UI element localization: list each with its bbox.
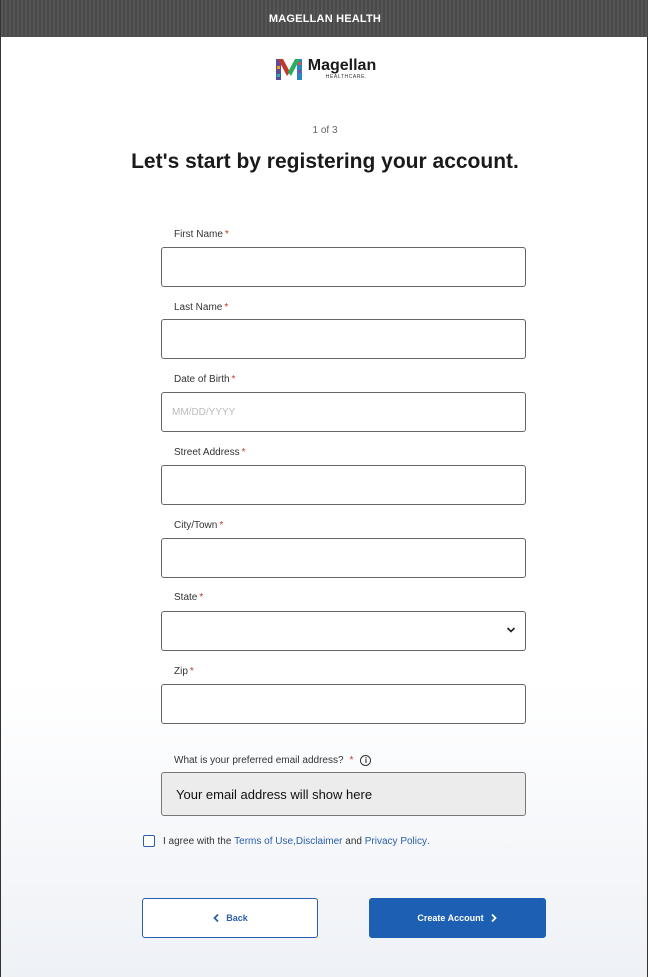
chevron-right-icon xyxy=(490,913,497,923)
email-display: Your email address will show here xyxy=(161,772,526,816)
required-mark: * xyxy=(199,592,204,603)
dob-input[interactable] xyxy=(161,392,526,432)
required-mark: * xyxy=(219,520,224,531)
agree-suffix: . xyxy=(427,835,430,847)
page-title: Let's start by registering your account. xyxy=(131,150,519,173)
agree-and: and xyxy=(342,835,365,847)
required-mark: * xyxy=(231,374,236,385)
required-mark: * xyxy=(224,302,229,313)
terms-link[interactable]: Terms of Use xyxy=(234,836,293,847)
state-select-wrap[interactable] xyxy=(161,611,526,651)
last-name-input[interactable] xyxy=(161,319,526,359)
email-label-text: What is your preferred email address? xyxy=(174,755,344,766)
street-address-label-text: Street Address xyxy=(174,447,240,458)
required-mark: * xyxy=(189,666,194,677)
state-label: State * xyxy=(174,592,203,603)
header-title: MAGELLAN HEALTH xyxy=(268,12,382,25)
magellan-logo: Magellan HEALTHCARE. xyxy=(1,56,648,82)
create-account-label: Create Account xyxy=(417,913,484,923)
agree-prefix: I agree with the xyxy=(163,835,232,847)
dob-label: Date of Birth * xyxy=(174,374,236,385)
back-button[interactable]: Back xyxy=(142,898,318,938)
chevron-left-icon xyxy=(213,913,219,923)
back-button-label: Back xyxy=(226,913,248,923)
dob-label-text: Date of Birth xyxy=(174,374,230,385)
required-mark: * xyxy=(241,447,246,458)
top-bar: MAGELLAN HEALTH xyxy=(1,0,648,37)
last-name-label: Last Name * xyxy=(174,302,228,313)
create-account-button[interactable]: Create Account xyxy=(369,898,546,938)
city-label: City/Town * xyxy=(174,520,223,531)
zip-input[interactable] xyxy=(161,684,526,724)
agreement-row: I agree with the Terms of Use, Disclaime… xyxy=(143,835,430,847)
street-address-input[interactable] xyxy=(161,465,526,505)
logo-name: Magellan xyxy=(307,57,377,74)
step-indicator: 1 of 3 xyxy=(312,125,338,136)
required-mark: * xyxy=(349,755,354,766)
disclaimer-link[interactable]: Disclaimer xyxy=(296,836,343,847)
zip-label-text: Zip xyxy=(174,666,188,677)
first-name-input[interactable] xyxy=(161,247,526,287)
info-icon[interactable]: i xyxy=(360,755,372,766)
page-frame: MAGELLAN HEALTH Magellan HEALTHCARE. 1 o… xyxy=(0,0,648,977)
street-address-label: Street Address * xyxy=(174,447,246,458)
city-input[interactable] xyxy=(161,538,526,578)
privacy-link[interactable]: Privacy Policy xyxy=(365,836,427,847)
state-label-text: State xyxy=(174,592,198,603)
first-name-label: First Name * xyxy=(174,229,229,240)
city-label-text: City/Town xyxy=(174,520,218,531)
state-select[interactable] xyxy=(161,611,526,651)
first-name-label-text: First Name xyxy=(174,229,223,240)
zip-label: Zip * xyxy=(174,666,194,677)
email-label: What is your preferred email address? * i xyxy=(174,755,372,766)
required-mark: * xyxy=(224,229,229,240)
logo-sub: HEALTHCARE. xyxy=(325,74,368,80)
agree-checkbox[interactable] xyxy=(143,835,155,847)
last-name-label-text: Last Name xyxy=(174,302,223,313)
magellan-logo-icon xyxy=(275,59,302,80)
